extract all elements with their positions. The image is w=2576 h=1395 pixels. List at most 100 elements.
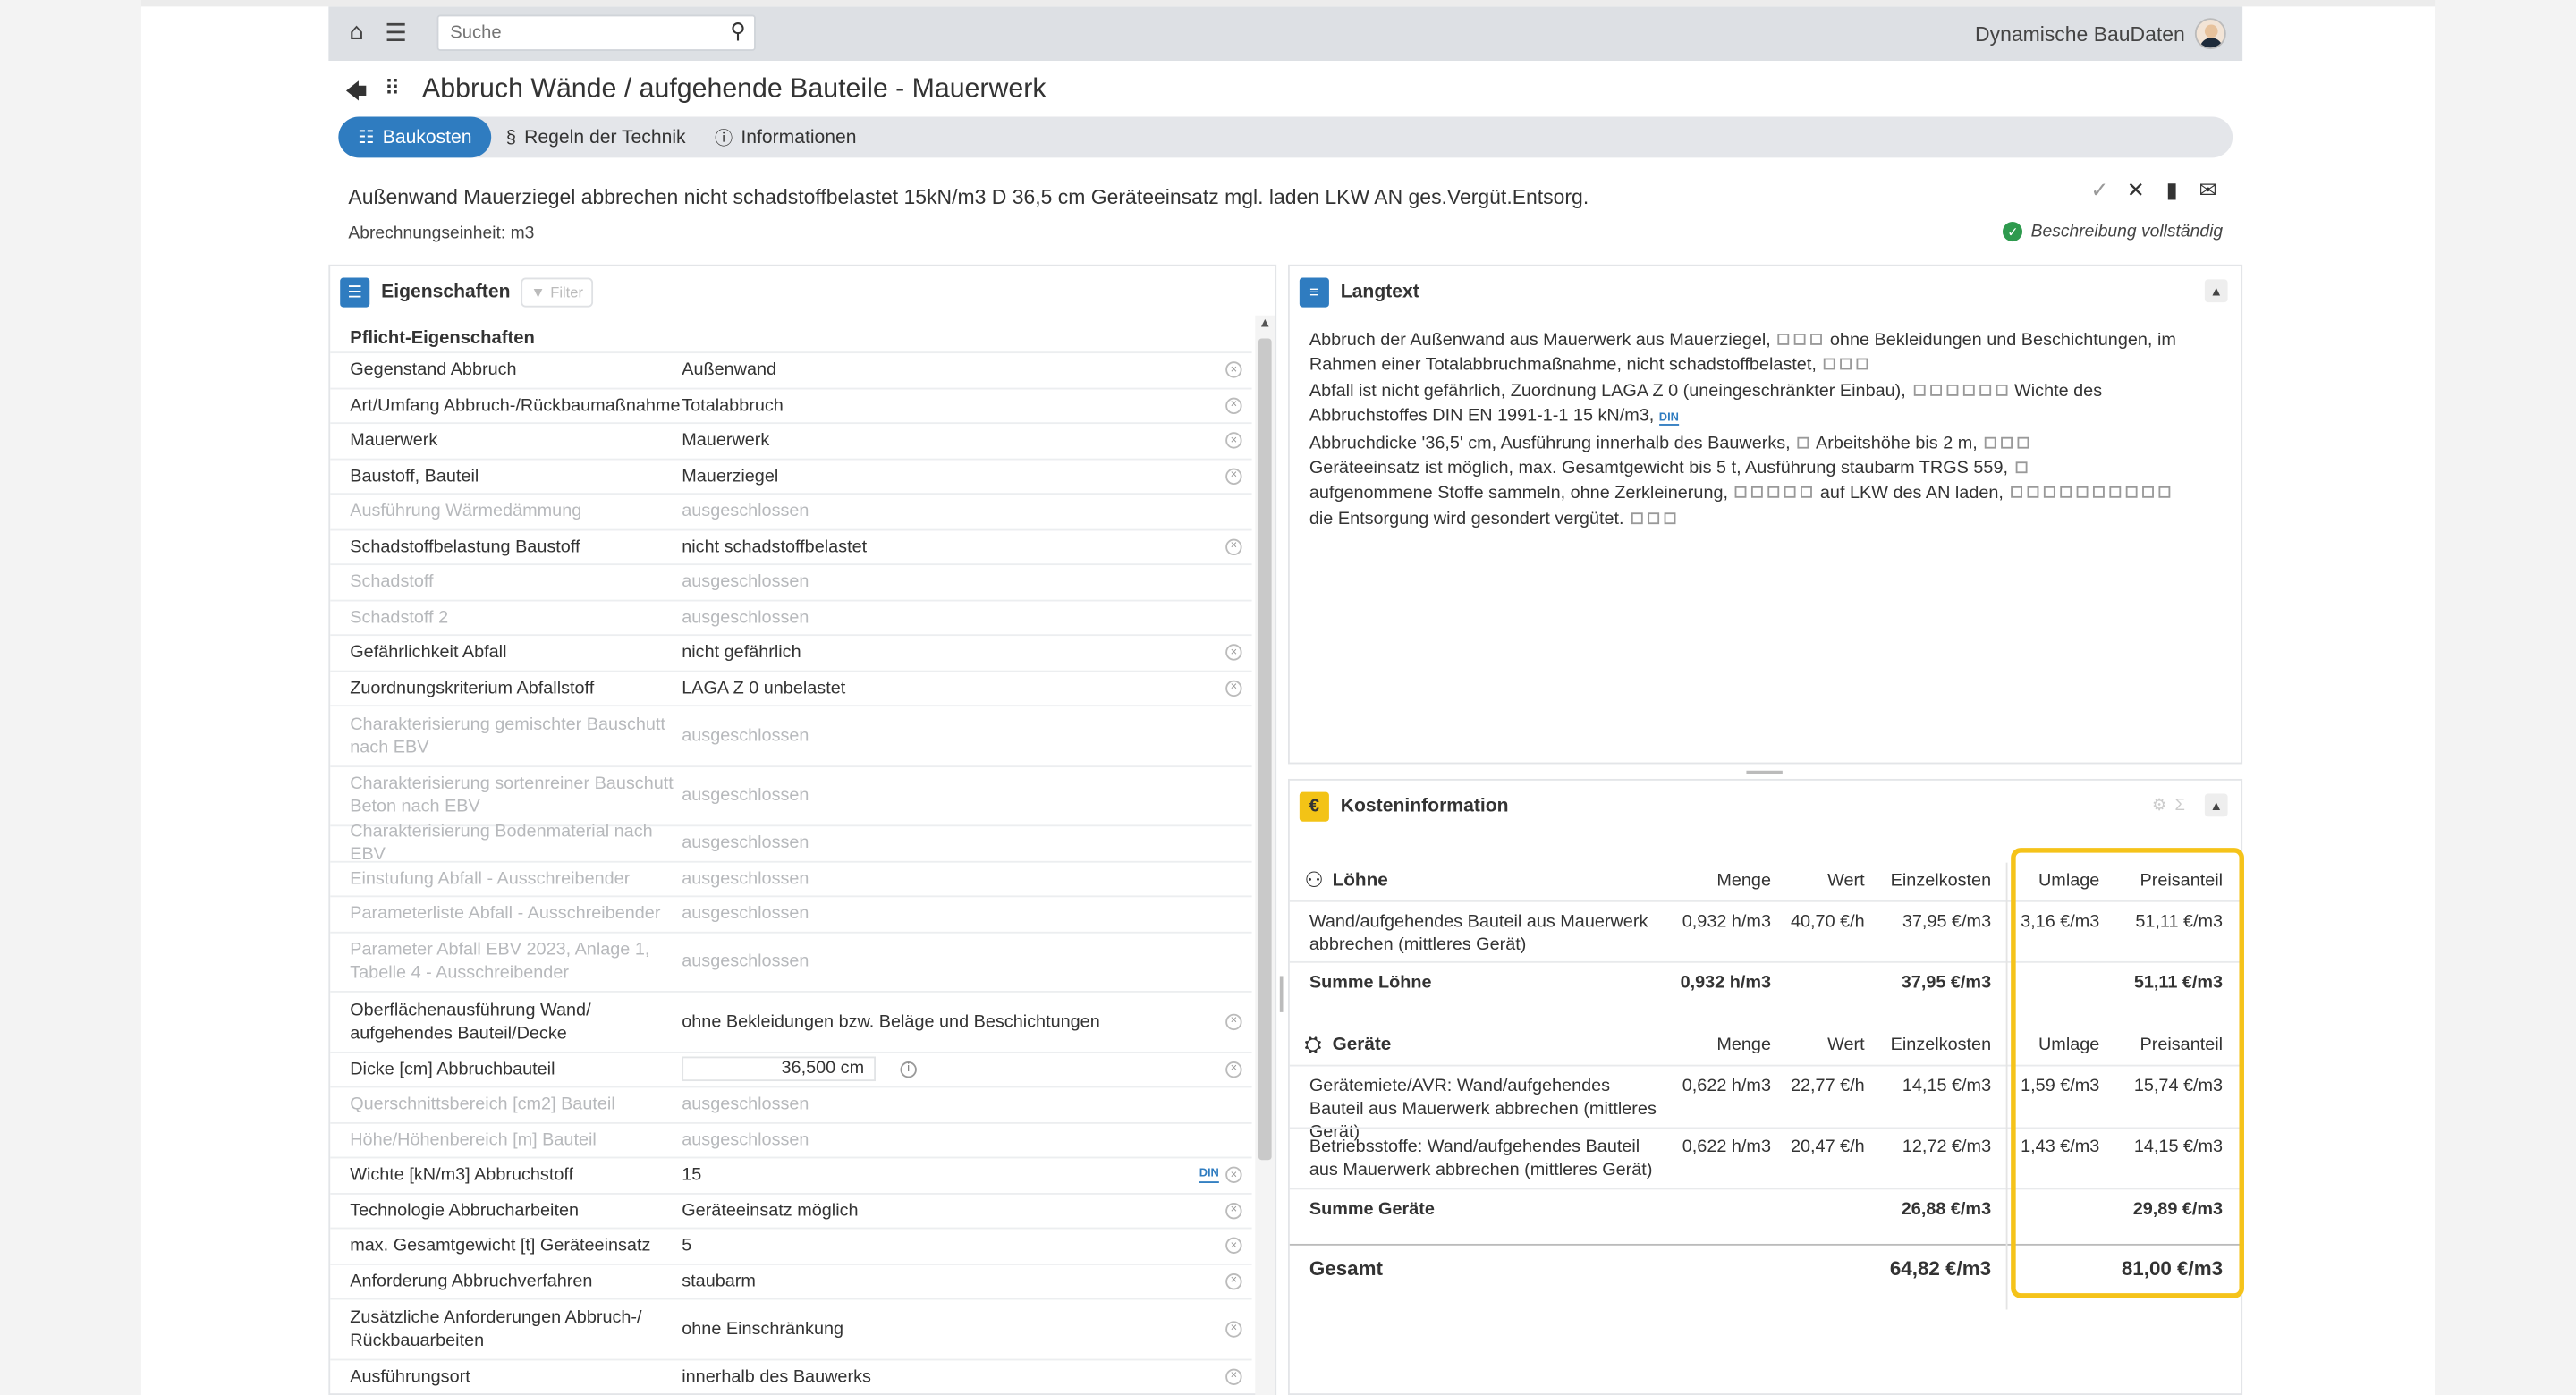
property-value[interactable]: ohne Einschränkung — [682, 1317, 1251, 1340]
property-value[interactable]: nicht schadstoffbelastet — [682, 536, 1251, 559]
placeholder-box-icon[interactable] — [1631, 512, 1643, 524]
din-link[interactable]: DIN — [1658, 412, 1679, 427]
placeholder-box-icon[interactable] — [2125, 486, 2138, 499]
remove-icon[interactable]: × — [1225, 1368, 1242, 1385]
search-input[interactable] — [438, 16, 718, 50]
property-row[interactable]: Technologie Abbrucharbeiten Geräteeinsatz… — [330, 1192, 1252, 1228]
remove-icon[interactable]: × — [1225, 1061, 1242, 1078]
property-value[interactable]: innerhalb des Bauwerks — [682, 1365, 1251, 1388]
placeholder-box-icon[interactable] — [2011, 486, 2023, 499]
property-row[interactable]: max. Gesamtgewicht [t] Geräteeinsatz 5 × — [330, 1227, 1252, 1264]
placeholder-box-icon[interactable] — [1929, 384, 1942, 396]
placeholder-box-icon[interactable] — [2043, 486, 2055, 499]
property-row[interactable]: Ausführungsort innerhalb des Bauwerks × — [330, 1357, 1252, 1394]
collapse-icon[interactable]: ▲ — [2204, 793, 2228, 817]
property-value[interactable]: Totalabbruch — [682, 394, 1251, 418]
placeholder-box-icon[interactable] — [1794, 334, 1807, 345]
remove-icon[interactable]: × — [1225, 1320, 1242, 1338]
property-row[interactable]: Zusätzliche Anforderungen Abbruch-/ Rück… — [330, 1298, 1252, 1358]
close-icon[interactable]: ✕ — [2124, 177, 2148, 203]
placeholder-box-icon[interactable] — [1962, 384, 1975, 396]
property-row[interactable]: Anforderung Abbruchverfahren staubarm × — [330, 1263, 1252, 1298]
home-icon[interactable]: ⌂ — [345, 20, 369, 46]
property-value[interactable]: ohne Bekleidungen bzw. Beläge und Beschi… — [682, 1010, 1251, 1034]
property-value[interactable]: Mauerwerk — [682, 429, 1251, 452]
collapse-icon[interactable]: ▲ — [2204, 279, 2228, 303]
property-value[interactable]: LAGA Z 0 unbelastet — [682, 677, 1251, 700]
vertical-splitter[interactable] — [1276, 265, 1286, 1395]
tab-informationen[interactable]: ⓘ Informationen — [715, 116, 857, 157]
placeholder-box-icon[interactable] — [1979, 384, 1991, 396]
property-row[interactable]: i Dicke [cm] Abbruchbauteil 36,500 cm × — [330, 1051, 1252, 1086]
placeholder-box-icon[interactable] — [1995, 384, 2007, 396]
thickness-input[interactable]: 36,500 cm — [682, 1056, 876, 1082]
property-row[interactable]: Mauerwerk Mauerwerk × — [330, 422, 1252, 458]
property-row[interactable]: Oberflächenausführung Wand/ aufgehendes … — [330, 990, 1252, 1051]
check-icon[interactable]: ✓ — [2088, 177, 2111, 203]
property-value[interactable]: Geräteeinsatz möglich — [682, 1199, 1251, 1222]
user-name[interactable]: Dynamische BauDaten — [1975, 23, 2185, 46]
placeholder-box-icon[interactable] — [1856, 359, 1868, 371]
placeholder-box-icon[interactable] — [2142, 486, 2155, 499]
horizontal-splitter[interactable] — [1746, 770, 1783, 774]
placeholder-box-icon[interactable] — [2027, 486, 2039, 499]
scroll-up-icon[interactable]: ▲ — [1255, 316, 1275, 335]
hamburger-menu-icon[interactable]: ☰ — [385, 18, 408, 47]
property-value[interactable]: nicht gefährlich — [682, 641, 1251, 664]
placeholder-box-icon[interactable] — [1768, 486, 1780, 499]
property-row[interactable]: Gegenstand Abbruch Außenwand × — [330, 351, 1252, 387]
placeholder-box-icon[interactable] — [1945, 384, 1958, 396]
filter-button[interactable]: ▼ Filter — [521, 277, 594, 308]
placeholder-box-icon[interactable] — [2093, 486, 2105, 499]
placeholder-box-icon[interactable] — [2076, 486, 2089, 499]
placeholder-box-icon[interactable] — [1664, 512, 1676, 524]
property-row[interactable]: Wichte [kN/m3] Abbruchstoff 15 DIN × — [330, 1156, 1252, 1193]
din-link[interactable]: DIN — [1199, 1167, 1219, 1184]
property-value[interactable]: Mauerziegel — [682, 465, 1251, 488]
property-value[interactable]: staubarm — [682, 1270, 1251, 1293]
property-row[interactable]: Gefährlichkeit Abfall nicht gefährlich × — [330, 634, 1252, 670]
tab-baukosten[interactable]: ☷ Baukosten — [338, 116, 492, 158]
tab-regeln-der-technik[interactable]: § Regeln der Technik — [506, 116, 686, 157]
placeholder-box-icon[interactable] — [2060, 486, 2072, 499]
placeholder-box-icon[interactable] — [1810, 334, 1823, 345]
property-value[interactable]: Außenwand — [682, 359, 1251, 382]
avatar[interactable] — [2194, 18, 2226, 50]
placeholder-box-icon[interactable] — [1824, 359, 1836, 371]
mail-icon[interactable]: ✉ — [2197, 177, 2220, 203]
placeholder-box-icon[interactable] — [1913, 384, 1925, 396]
placeholder-box-icon[interactable] — [1648, 512, 1660, 524]
property-row[interactable]: Baustoff, Bauteil Mauerziegel × — [330, 457, 1252, 494]
placeholder-box-icon[interactable] — [2109, 486, 2122, 499]
property-value[interactable]: 15 — [682, 1163, 1251, 1187]
sigma-icon[interactable]: Σ — [2174, 797, 2184, 815]
placeholder-box-icon[interactable] — [1735, 486, 1748, 499]
property-row[interactable]: Zuordnungskriterium Abfallstoff LAGA Z 0 … — [330, 669, 1252, 706]
remove-icon[interactable]: × — [1225, 468, 1242, 485]
placeholder-box-icon[interactable] — [1784, 486, 1797, 499]
placeholder-box-icon[interactable] — [2158, 486, 2171, 499]
back-arrow-icon[interactable]: 🡄 — [345, 77, 368, 113]
grid-icon[interactable]: ⠿ — [385, 77, 401, 102]
placeholder-box-icon[interactable] — [1797, 436, 1809, 448]
gear-icon[interactable]: ⚙ — [2152, 797, 2166, 815]
remove-icon[interactable]: × — [1225, 1272, 1242, 1289]
placeholder-box-icon[interactable] — [2001, 436, 2013, 448]
remove-icon[interactable]: × — [1225, 680, 1242, 697]
remove-icon[interactable]: × — [1225, 397, 1242, 414]
search-icon[interactable]: ⚲ — [730, 20, 746, 45]
placeholder-box-icon[interactable] — [1751, 486, 1764, 499]
placeholder-box-icon[interactable] — [2015, 461, 2028, 474]
placeholder-box-icon[interactable] — [1801, 486, 1813, 499]
remove-icon[interactable]: × — [1225, 538, 1242, 555]
info-icon[interactable]: i — [900, 1061, 917, 1078]
placeholder-box-icon[interactable] — [2017, 436, 2029, 448]
property-value[interactable]: 5 — [682, 1234, 1251, 1257]
bookmark-icon[interactable]: ▮ — [2160, 177, 2183, 203]
remove-icon[interactable]: × — [1225, 1202, 1242, 1219]
remove-icon[interactable]: × — [1225, 1013, 1242, 1030]
placeholder-box-icon[interactable] — [1840, 359, 1852, 371]
property-value[interactable]: 36,500 cm — [682, 1056, 1251, 1082]
property-row[interactable]: Schadstoffbelastung Baustoff nicht schads… — [330, 528, 1252, 564]
property-row[interactable]: Art/Umfang Abbruch-/Rückbaumaßnahme Total… — [330, 386, 1252, 423]
